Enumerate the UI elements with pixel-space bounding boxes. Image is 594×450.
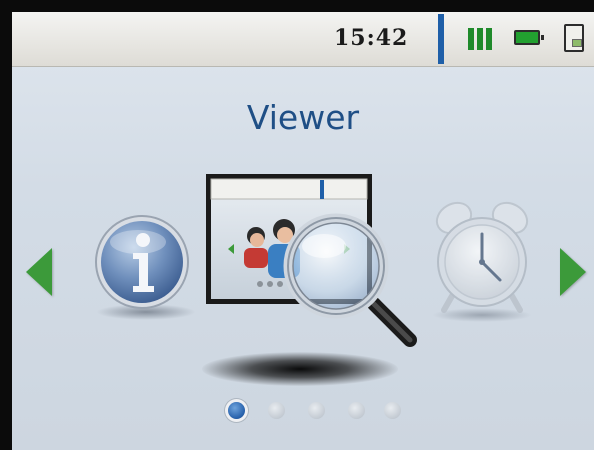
page-dot-5[interactable] [384,402,401,419]
page-dot-3[interactable] [308,402,325,419]
left-arrow-icon[interactable] [26,248,52,296]
status-time: 15:42 [334,25,409,51]
battery-icon [514,30,544,45]
page-dot-2[interactable] [268,402,285,419]
viewer-magnifier-icon[interactable] [206,174,417,347]
status-divider [438,14,444,64]
device-frame: 15:42 Viewer [0,0,594,450]
signal-bars-icon [468,26,494,50]
page-title: Viewer [246,98,360,137]
sim-card-icon [564,24,584,52]
page-indicator [222,400,402,424]
status-bar: 15:42 [12,12,594,67]
page-dot-4[interactable] [348,402,365,419]
info-icon[interactable] [92,212,192,312]
alarm-clock-icon[interactable] [430,196,534,316]
screen: 15:42 Viewer [12,12,594,450]
right-arrow-icon[interactable] [560,248,586,296]
page-dot-1[interactable] [228,402,245,419]
